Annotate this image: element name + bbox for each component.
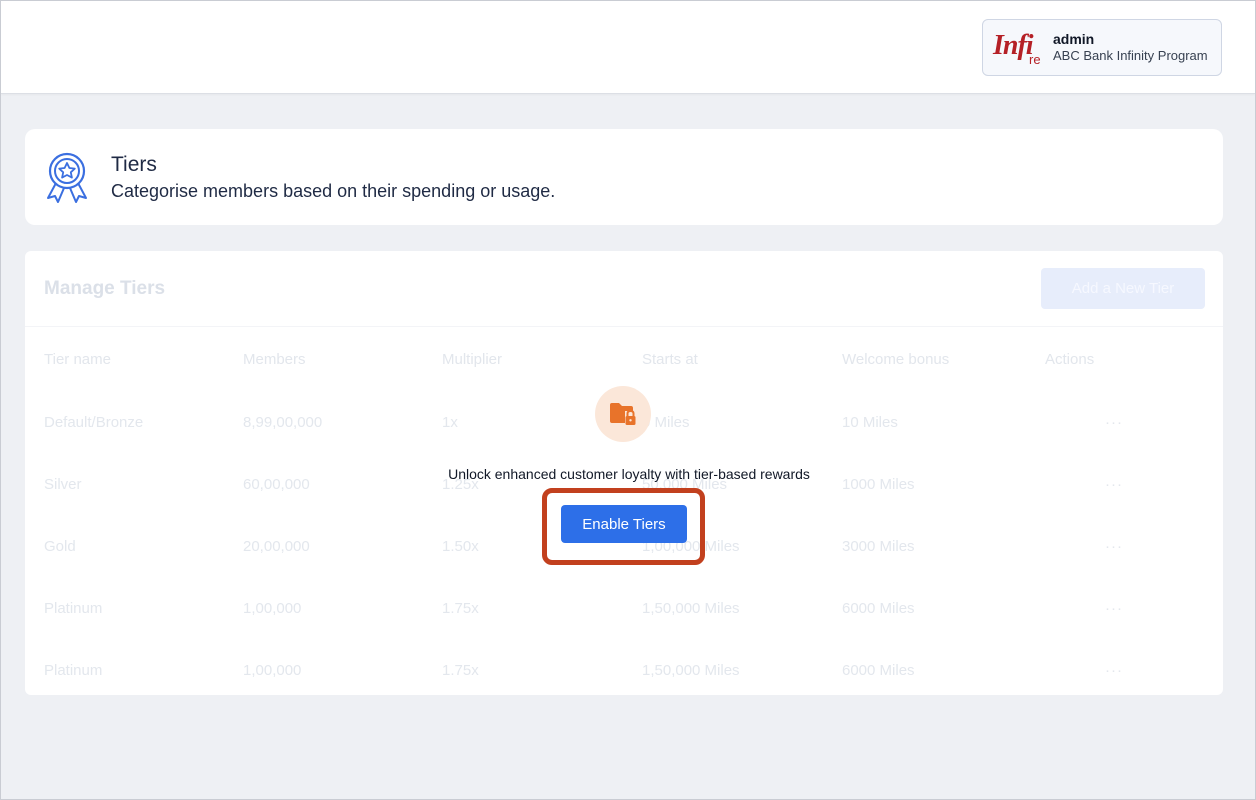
starts-at-cell: 1,50,000 Miles xyxy=(642,661,740,679)
row-actions-menu: ··· xyxy=(1105,413,1123,431)
page-title: Tiers xyxy=(111,152,157,176)
app-window: Infi re admin ABC Bank Infinity Program … xyxy=(0,0,1256,800)
page-header-card: Tiers Categorise members based on their … xyxy=(25,129,1223,225)
tier-name-cell: Gold xyxy=(44,537,76,555)
account-name: admin xyxy=(1053,30,1095,47)
account-switcher[interactable]: Infi re admin ABC Bank Infinity Program xyxy=(982,19,1222,76)
starts-at-cell: 1,50,000 Miles xyxy=(642,599,740,617)
column-header-tier-name: Tier name xyxy=(44,350,111,368)
table-row: Platinum 1,00,000 1.75x 1,50,000 Miles 6… xyxy=(25,577,1223,639)
brand-logo: Infi re xyxy=(993,28,1047,68)
add-tier-button: Add a New Tier xyxy=(1041,268,1205,309)
table-row: Platinum 1,00,000 1.75x 1,50,000 Miles 6… xyxy=(25,639,1223,695)
enable-tiers-button[interactable]: Enable Tiers xyxy=(561,505,687,543)
tier-name-cell: Default/Bronze xyxy=(44,413,144,431)
page-subtitle: Categorise members based on their spendi… xyxy=(111,180,556,201)
column-header-multiplier: Multiplier xyxy=(442,350,503,368)
welcome-bonus-cell: 6000 Miles xyxy=(842,599,915,617)
welcome-bonus-cell: 1000 Miles xyxy=(842,475,915,493)
members-cell: 8,99,00,000 xyxy=(243,413,323,431)
column-header-starts-at: Starts at xyxy=(642,350,698,368)
lock-badge xyxy=(595,386,651,442)
members-cell: 20,00,000 xyxy=(243,537,310,555)
tier-name-cell: Silver xyxy=(44,475,82,493)
account-info: admin ABC Bank Infinity Program xyxy=(1053,31,1208,65)
members-cell: 1,00,000 xyxy=(243,599,302,617)
tier-name-cell: Platinum xyxy=(44,599,103,617)
column-header-members: Members xyxy=(243,350,306,368)
starts-at-cell: 0 Miles xyxy=(642,413,690,431)
members-cell: 1,00,000 xyxy=(243,661,302,679)
logo-text: Infi xyxy=(993,29,1034,61)
table-header-row: Tier name Members Multiplier Starts at W… xyxy=(25,327,1223,391)
row-actions-menu: ··· xyxy=(1105,661,1123,679)
welcome-bonus-cell: 3000 Miles xyxy=(842,537,915,555)
unlock-message: Unlock enhanced customer loyalty with ti… xyxy=(448,466,810,482)
welcome-bonus-cell: 6000 Miles xyxy=(842,661,915,679)
row-actions-menu: ··· xyxy=(1105,475,1123,493)
column-header-actions: Actions xyxy=(1045,350,1095,368)
locked-folder-icon xyxy=(610,403,636,425)
page-header-text: Tiers Categorise members based on their … xyxy=(111,153,555,202)
tier-name-cell: Platinum xyxy=(44,661,103,679)
account-program: ABC Bank Infinity Program xyxy=(1053,48,1208,64)
column-header-welcome-bonus: Welcome bonus xyxy=(842,350,950,368)
multiplier-cell: 1x xyxy=(442,413,458,431)
members-cell: 60,00,000 xyxy=(243,475,310,493)
award-badge-icon xyxy=(47,152,87,203)
manage-tiers-title: Manage Tiers xyxy=(44,277,166,299)
multiplier-cell: 1.75x xyxy=(442,661,479,679)
logo-subtext: re xyxy=(1029,51,1041,67)
manage-tiers-header: Manage Tiers Add a New Tier xyxy=(25,251,1223,327)
row-actions-menu: ··· xyxy=(1105,537,1123,555)
row-actions-menu: ··· xyxy=(1105,599,1123,617)
top-bar: Infi re admin ABC Bank Infinity Program xyxy=(1,1,1255,94)
welcome-bonus-cell: 10 Miles xyxy=(842,413,898,431)
multiplier-cell: 1.75x xyxy=(442,599,479,617)
